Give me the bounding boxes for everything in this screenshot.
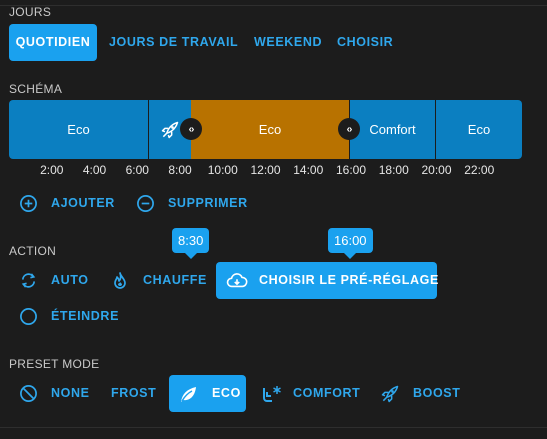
bottom-divider [0,427,547,428]
action-heat-label: CHAUFFE [143,273,207,287]
preset-none-label: NONE [51,386,90,400]
timeline-tick-label: 22:00 [464,163,495,177]
preset-boost-label: BOOST [413,386,461,400]
segment-end-handle[interactable]: ‹› [338,118,360,140]
block-icon [18,375,38,412]
timeline-tick-label: 12:00 [250,163,281,177]
timeline-tick-label: 14:00 [293,163,324,177]
action-choose-preset-button[interactable]: CHOISIR LE PRÉ-RÉGLAGE [216,262,439,299]
add-segment-button[interactable]: AJOUTER [18,185,118,222]
top-divider [0,0,547,6]
action-auto-label: AUTO [51,273,89,287]
minus-circle-icon [135,185,155,222]
preset-frost-button[interactable]: FROST [111,375,156,412]
add-segment-label: AJOUTER [51,196,115,210]
segment-label: Comfort [369,122,416,137]
action-choose-preset-label: CHOISIR LE PRÉ-RÉGLAGE [259,273,439,287]
sofa-snowflake-icon [261,375,283,412]
timeline-segment-eco-2[interactable]: Eco [436,100,522,159]
timeline-tick-label: 10:00 [207,163,238,177]
segment-label: Eco [67,122,90,137]
preset-eco-label: ECO [212,386,241,400]
schedule-timeline[interactable]: Eco Eco Comfort Eco ‹› ‹› [9,100,522,159]
preset-section-label: PRESET MODE [9,357,100,371]
jours-section-label: JOURS [9,5,52,19]
end-time-tooltip: 16:00 [328,228,373,259]
timeline-segment-heat[interactable]: Eco [191,100,349,159]
circle-icon [18,298,38,335]
day-option-choisir[interactable]: CHOISIR [337,24,393,61]
segment-label: Eco [258,122,282,137]
timeline-tick-label: 18:00 [378,163,409,177]
day-option-quotidien[interactable]: QUOTIDIEN [9,24,97,61]
cloud-download-icon [226,262,248,299]
preset-none-button[interactable]: NONE [18,375,93,412]
timeline-segment-eco-1[interactable]: Eco [9,100,148,159]
preset-boost-button[interactable]: BOOST [380,375,460,412]
timeline-segment-comfort[interactable]: Comfort [350,100,435,159]
rocket-icon [160,120,180,140]
segment-start-handle[interactable]: ‹› [180,118,202,140]
preset-comfort-button[interactable]: COMFORT [261,375,361,412]
rocket-icon [380,375,400,412]
timeline-tick-label: 20:00 [421,163,452,177]
timeline-tick-label: 16:00 [335,163,367,177]
preset-eco-button[interactable]: ECO [169,375,246,412]
remove-segment-button[interactable]: SUPPRIMER [135,185,250,222]
remove-segment-label: SUPPRIMER [168,196,248,210]
day-option-jours-de-travail[interactable]: JOURS DE TRAVAIL [109,24,238,61]
sync-icon [18,262,38,299]
day-option-weekend[interactable]: WEEKEND [254,24,322,61]
start-time-tooltip: 8:30 [172,228,210,259]
flame-icon [110,262,130,299]
action-section-label: ACTION [9,244,57,258]
action-heat-button[interactable]: CHAUFFE [110,262,207,299]
action-off-label: ÉTEINDRE [51,309,120,323]
segment-label: Eco [467,122,491,137]
leaf-icon [178,375,198,412]
schema-section-label: SCHÉMA [9,82,63,96]
timeline-tick-label: 6:00 [125,163,149,177]
timeline-tick-label: 2:00 [40,163,64,177]
action-off-button[interactable]: ÉTEINDRE [18,298,123,335]
timeline-tick-label: 8:00 [168,163,192,177]
plus-circle-icon [18,185,38,222]
preset-comfort-label: COMFORT [293,386,361,400]
timeline-tick-label: 4:00 [82,163,107,177]
action-auto-button[interactable]: AUTO [18,262,93,299]
